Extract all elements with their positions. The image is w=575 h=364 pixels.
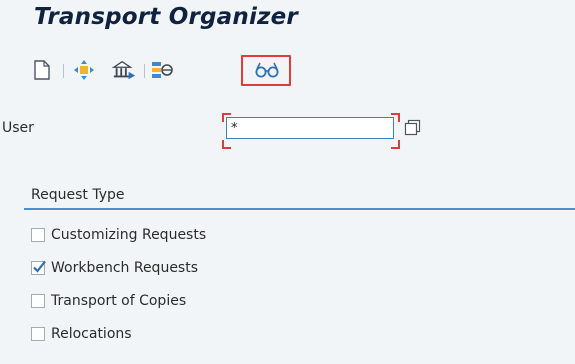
checkbox[interactable] [31, 228, 45, 242]
checkbox-label: Relocations [51, 326, 132, 342]
checkbox-label: Workbench Requests [51, 260, 199, 276]
checkbox-relocations[interactable]: Relocations [31, 323, 132, 345]
page-title: Transport Organizer [34, 4, 298, 30]
group-divider [24, 208, 575, 210]
user-input[interactable] [226, 117, 394, 139]
toolbar-separator [144, 64, 145, 78]
toolbar-separator [63, 64, 64, 78]
focus-bracket [391, 140, 400, 149]
value-help-icon[interactable] [404, 119, 421, 136]
checkbox[interactable] [31, 294, 45, 308]
checkbox-transport-of-copies[interactable]: Transport of Copies [31, 290, 186, 312]
checkbox-workbench-requests[interactable]: Workbench Requests [31, 257, 198, 279]
checkmark-icon [33, 260, 46, 273]
focus-bracket [222, 113, 231, 122]
transport-building-icon[interactable] [112, 58, 136, 82]
transport-tools-icon[interactable] [150, 58, 174, 82]
request-type-title: Request Type [31, 187, 125, 203]
checkbox[interactable] [31, 327, 45, 341]
display-button-highlight [241, 55, 291, 86]
checkbox-label: Transport of Copies [51, 293, 187, 309]
focus-bracket [222, 140, 231, 149]
focus-bracket [391, 113, 400, 122]
move-icon[interactable] [72, 58, 96, 82]
checkbox-customizing-requests[interactable]: Customizing Requests [31, 224, 206, 246]
checkbox-label: Customizing Requests [51, 227, 207, 243]
user-label: User [2, 120, 34, 136]
checkbox[interactable] [31, 260, 46, 275]
create-icon[interactable] [30, 58, 54, 82]
